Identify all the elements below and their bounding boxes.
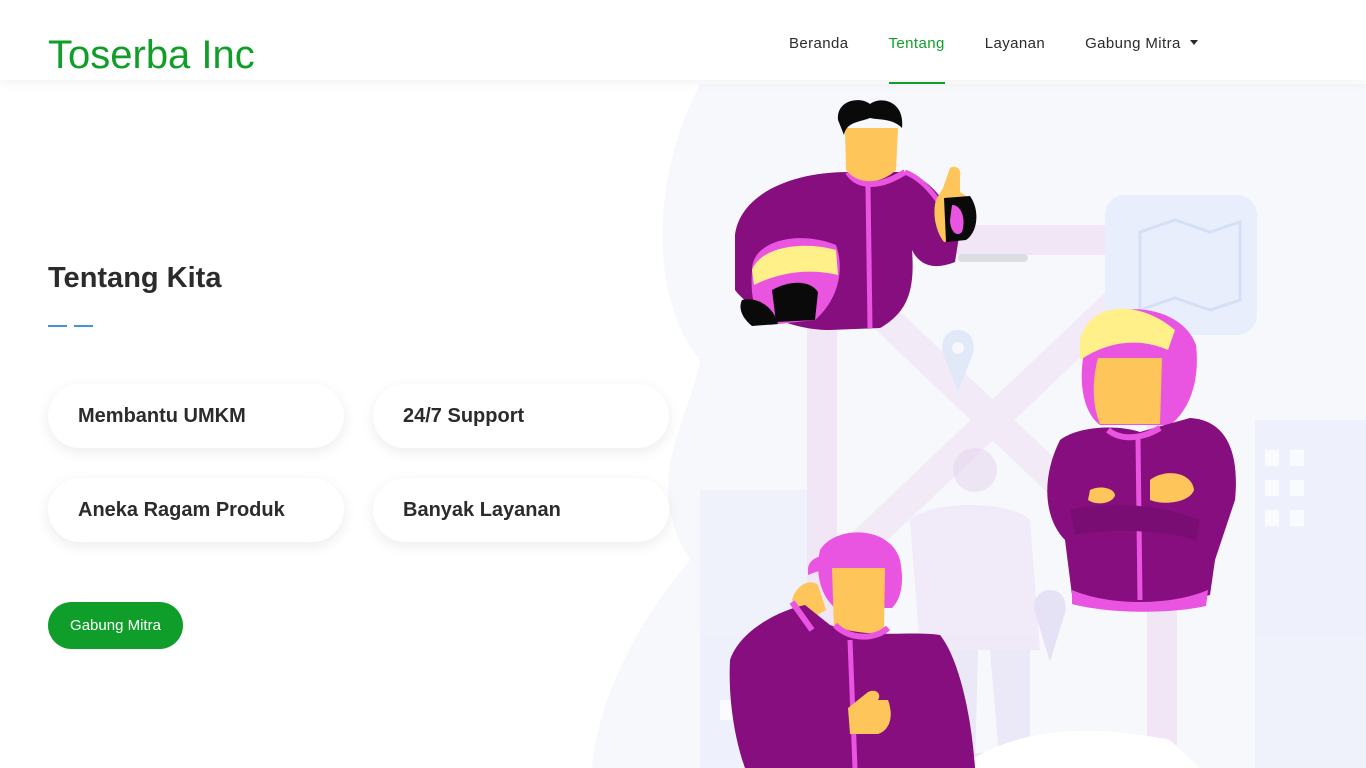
- brand-logo[interactable]: Toserba Inc: [48, 32, 255, 78]
- feature-card-membantu-umkm: Membantu UMKM: [48, 384, 344, 448]
- nav-menu: Beranda Tentang Layanan Gabung Mitra: [769, 33, 1218, 55]
- courier-arms-crossed: [1047, 308, 1236, 612]
- background-blob: [592, 84, 1366, 768]
- feature-label: 24/7 Support: [403, 404, 525, 427]
- nav-link-tentang[interactable]: Tentang: [869, 33, 965, 55]
- feature-label: Membantu UMKM: [78, 404, 246, 427]
- location-pin-icon: [942, 330, 974, 392]
- background-person: [910, 448, 1040, 768]
- nav-item-beranda: Beranda: [769, 33, 869, 55]
- nav-item-tentang: Tentang: [869, 33, 965, 55]
- nav-item-gabung-mitra: Gabung Mitra: [1065, 33, 1218, 55]
- gabung-mitra-button[interactable]: Gabung Mitra: [48, 602, 183, 649]
- feature-card-banyak-layanan: Banyak Layanan: [373, 478, 669, 542]
- nav-dropdown-gabung-mitra[interactable]: Gabung Mitra: [1065, 33, 1218, 55]
- nav-link-layanan[interactable]: Layanan: [965, 33, 1065, 55]
- feature-card-aneka-ragam-produk: Aneka Ragam Produk: [48, 478, 344, 542]
- section-title: Tentang Kita: [48, 262, 222, 294]
- top-navbar: Toserba Inc Beranda Tentang Layanan Gabu…: [0, 0, 1366, 80]
- caret-down-icon: [1189, 40, 1198, 45]
- underline-segment: [74, 325, 93, 327]
- courier-on-phone: [729, 532, 975, 768]
- about-section: Tentang Kita Membantu UMKM 24/7 Support …: [48, 0, 688, 768]
- courier-thumbs-up: [735, 100, 977, 330]
- title-underline: [48, 325, 93, 327]
- location-pin-icon: [1034, 590, 1066, 662]
- phone-frame: [807, 225, 1177, 768]
- feature-card-support: 24/7 Support: [373, 384, 669, 448]
- underline-segment: [48, 325, 67, 327]
- feature-label: Banyak Layanan: [403, 498, 561, 521]
- nav-item-layanan: Layanan: [965, 33, 1065, 55]
- city-buildings: [700, 420, 1366, 768]
- nav-dropdown-label: Gabung Mitra: [1085, 35, 1181, 52]
- feature-label: Aneka Ragam Produk: [78, 498, 285, 521]
- map-card: [1105, 195, 1257, 335]
- nav-link-beranda[interactable]: Beranda: [769, 33, 869, 55]
- foreground-wave: [960, 730, 1200, 768]
